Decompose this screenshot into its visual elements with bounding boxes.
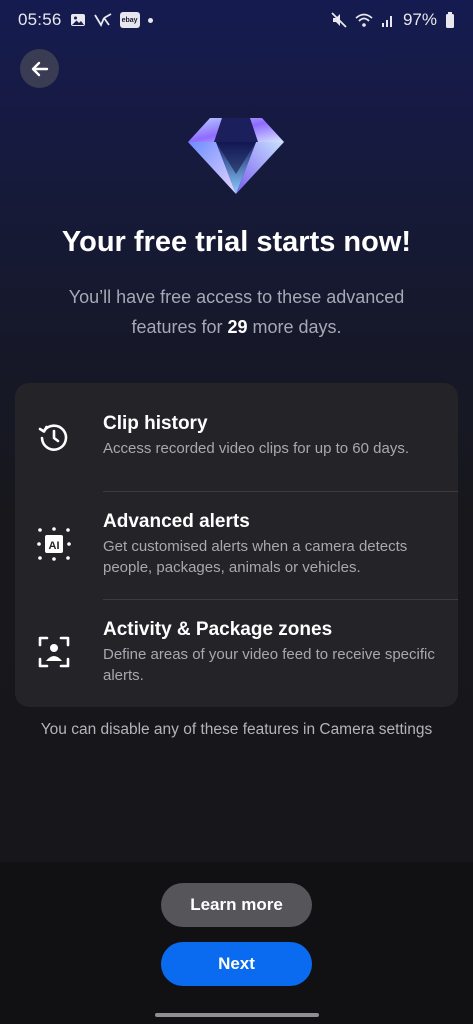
- feature-description: Get customised alerts when a camera dete…: [103, 538, 408, 576]
- status-left: 05:56 ebay: [18, 10, 153, 30]
- status-time: 05:56: [18, 10, 62, 29]
- ai-icon: AI: [35, 525, 73, 563]
- feature-title: Activity & Package zones: [103, 619, 333, 640]
- feature-title: Clip history: [103, 413, 208, 434]
- image-icon: [70, 12, 86, 28]
- diamond-icon: [186, 114, 286, 196]
- mute-icon: [331, 12, 347, 28]
- feature-title: Advanced alerts: [103, 511, 250, 532]
- battery-level: 97%: [402, 10, 437, 29]
- back-button[interactable]: [20, 49, 59, 88]
- status-bar: 05:56 ebay 97%: [0, 0, 473, 40]
- settings-note: You can disable any of these features in…: [40, 721, 433, 738]
- signal-icon: [381, 12, 395, 28]
- page-subtitle: You’ll have free access to these advance…: [40, 282, 433, 342]
- feature-description: Define areas of your video feed to recei…: [103, 646, 435, 684]
- learn-more-button[interactable]: Learn more: [161, 883, 312, 927]
- feature-advanced-alerts: AI Advanced alerts Get customised alerts…: [15, 491, 458, 599]
- wifi-icon: [355, 12, 373, 28]
- feature-clip-history: Clip history Access recorded video clips…: [15, 383, 458, 491]
- next-button[interactable]: Next: [161, 942, 312, 986]
- home-indicator[interactable]: [155, 1013, 319, 1017]
- feature-activity-zones: Activity & Package zones Define areas of…: [15, 599, 458, 707]
- subtitle-text-end: more days.: [247, 317, 342, 337]
- svg-text:AI: AI: [49, 540, 60, 552]
- features-card: Clip history Access recorded video clips…: [15, 383, 458, 707]
- status-right: 97%: [331, 10, 455, 30]
- dot-icon: [147, 17, 153, 23]
- battery-icon: [445, 11, 455, 29]
- trial-days-remaining: 29: [227, 317, 248, 337]
- vpn-icon: [93, 12, 112, 28]
- history-icon: [35, 419, 73, 457]
- page-title: Your free trial starts now!: [61, 226, 412, 258]
- person-focus-icon: [35, 633, 73, 671]
- ebay-icon: ebay: [119, 12, 140, 28]
- arrow-left-icon: [31, 61, 48, 76]
- feature-description: Access recorded video clips for up to 60…: [103, 440, 409, 457]
